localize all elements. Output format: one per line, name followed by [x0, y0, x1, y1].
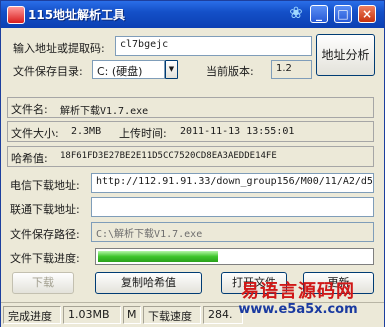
version-value: 1.2 — [271, 60, 312, 79]
hash-row: 哈希值: 18F61FD3E27BE2E11D5CC7520CD8EA3AEDD… — [7, 146, 374, 167]
address-input[interactable]: cl7bgejc — [115, 36, 312, 56]
unicom-url-field[interactable] — [91, 197, 374, 217]
file-name-value: 解析下载V1.7.exe — [60, 106, 149, 117]
save-path-label: 文件保存路径: — [10, 228, 80, 241]
chevron-down-icon[interactable]: ▼ — [165, 60, 178, 79]
version-label: 当前版本: — [206, 65, 254, 78]
hash-value: 18F61FD3E27BE2E11D5CC7520CD8EA3AEDDE14FE — [60, 151, 277, 161]
status-downloaded: 1.03MB — [63, 306, 121, 324]
watermark-site-name: 易语言源码网 — [241, 281, 355, 302]
analyze-button[interactable]: 地址分析 — [316, 34, 375, 76]
status-progress-label: 完成进度 — [3, 306, 61, 324]
progress-fill — [98, 251, 218, 262]
status-speed-label: 下载速度 — [143, 306, 201, 324]
maximize-button[interactable]: □ — [334, 5, 352, 23]
save-dir-select[interactable]: C: (硬盘) — [92, 60, 165, 79]
hash-label: 哈希值: — [11, 152, 48, 165]
telecom-url-field[interactable]: http://112.91.91.33/down_group156/M00/11… — [91, 173, 374, 193]
copy-hash-button[interactable]: 复制哈希值 — [95, 272, 202, 294]
watermark-url: www.e5a5x.com — [238, 302, 358, 317]
file-name-label: 文件名: — [11, 103, 48, 116]
input-label: 输入地址或提取码: — [13, 42, 105, 55]
file-size-value: 2.3MB — [71, 126, 102, 137]
save-path-field: C:\解析下载V1.7.exe — [91, 222, 374, 242]
progress-label: 文件下载进度: — [10, 252, 80, 265]
app-icon — [7, 6, 25, 24]
file-size-row: 文件大小: 2.3MB 上传时间: 2011-11-13 13:55:01 — [7, 121, 374, 142]
telecom-label: 电信下载地址: — [10, 179, 80, 192]
close-button[interactable]: × — [358, 5, 376, 23]
file-name-row: 文件名: 解析下载V1.7.exe — [7, 97, 374, 118]
download-button[interactable]: 下载 — [12, 272, 74, 294]
status-unit: M — [123, 306, 141, 324]
unicom-label: 联通下载地址: — [10, 203, 80, 216]
shirt-icon[interactable]: ❀ — [287, 5, 305, 23]
minimize-button[interactable]: _ — [310, 5, 328, 23]
upload-time-label: 上传时间: — [119, 127, 167, 140]
upload-time-value: 2011-11-13 13:55:01 — [180, 126, 295, 137]
watermark: 易语言源码网 www.e5a5x.com — [213, 277, 383, 327]
window-title: 115地址解析工具 — [28, 8, 126, 22]
download-progress-bar — [95, 248, 374, 265]
title-bar[interactable]: 115地址解析工具 ❀ _ □ × — [1, 1, 384, 28]
save-dir-label: 文件保存目录: — [13, 65, 83, 78]
file-size-label: 文件大小: — [11, 127, 59, 140]
main-window: 115地址解析工具 ❀ _ □ × 输入地址或提取码: cl7bgejc 地址分… — [0, 0, 385, 327]
